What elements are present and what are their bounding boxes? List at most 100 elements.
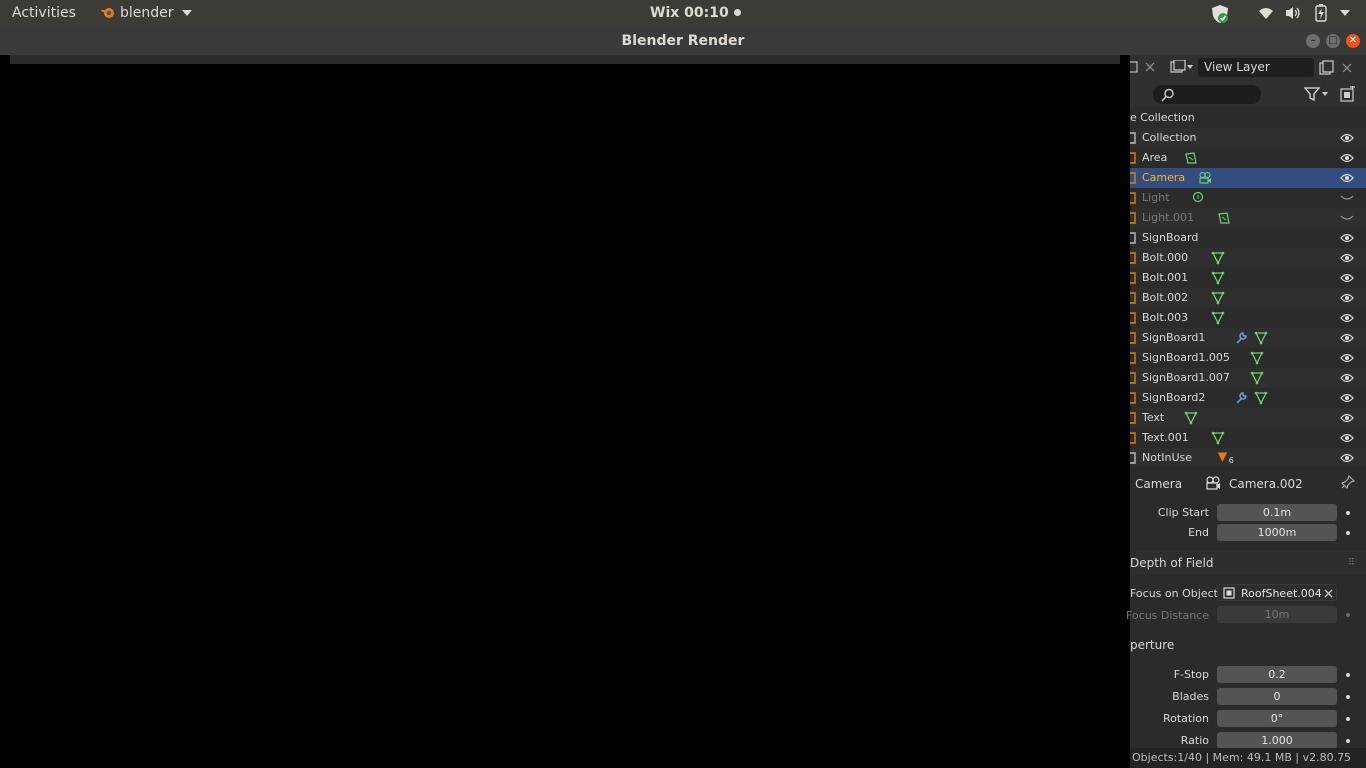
view-layer-field[interactable]: View Layer — [1198, 58, 1314, 77]
maximize-button[interactable]: □ — [1326, 34, 1340, 48]
close-scene-icon[interactable] — [1145, 62, 1155, 72]
expand-arrow-icon[interactable] — [1130, 392, 1136, 404]
scene-collection-row[interactable]: e Collection — [1130, 108, 1366, 128]
animate-clip-end-dot[interactable] — [1346, 531, 1350, 535]
eye-icon[interactable] — [1340, 432, 1354, 444]
eye-icon[interactable] — [1340, 232, 1354, 244]
animate-rotation-dot[interactable] — [1346, 717, 1350, 721]
outliner-row-camera[interactable]: Camera — [1130, 168, 1366, 188]
focus-distance-field[interactable]: 10m — [1217, 606, 1337, 623]
close-button[interactable]: ✕ — [1346, 34, 1360, 48]
outliner-row-signboard2[interactable]: SignBoard2 — [1130, 388, 1366, 408]
light-point-icon[interactable] — [1191, 191, 1205, 205]
eye-icon[interactable] — [1340, 292, 1354, 304]
eye-icon[interactable] — [1340, 152, 1354, 164]
battery-icon[interactable] — [1315, 4, 1327, 22]
remove-view-layer-icon[interactable] — [1342, 63, 1352, 73]
expand-arrow-icon[interactable] — [1130, 232, 1136, 244]
outliner-row-signboard1-007[interactable]: SignBoard1.007 — [1130, 368, 1366, 388]
rotation-field[interactable]: 0° — [1217, 710, 1337, 727]
depth-of-field-section[interactable]: Depth of Field ⠿ — [1130, 551, 1366, 575]
eye-icon[interactable] — [1340, 172, 1354, 184]
eye-icon[interactable] — [1340, 412, 1354, 424]
system-menu-chevron-icon[interactable] — [1340, 10, 1350, 17]
outliner-row-collection[interactable]: Collection — [1130, 128, 1366, 148]
filter-icon[interactable] — [1304, 87, 1330, 101]
animate-fstop-dot[interactable] — [1346, 673, 1350, 677]
expand-arrow-icon[interactable] — [1130, 172, 1136, 184]
drag-handle-icon[interactable]: ⠿ — [1348, 551, 1355, 575]
scene-icon[interactable] — [1130, 60, 1140, 74]
wifi-icon[interactable] — [1258, 6, 1274, 20]
animate-clip-start-dot[interactable] — [1346, 511, 1350, 515]
camera-data-name[interactable]: Camera.002 — [1229, 477, 1303, 491]
clip-start-field[interactable]: 0.1m — [1217, 504, 1337, 521]
expand-arrow-icon[interactable] — [1130, 412, 1136, 424]
eye-icon[interactable] — [1340, 312, 1354, 324]
blades-field[interactable]: 0 — [1217, 688, 1337, 705]
wrench-icon[interactable] — [1234, 331, 1248, 345]
outliner-row-signboard1[interactable]: SignBoard1 — [1130, 328, 1366, 348]
light-area-icon[interactable] — [1217, 211, 1231, 225]
animate-blades-dot[interactable] — [1346, 695, 1350, 699]
expand-arrow-icon[interactable] — [1130, 272, 1136, 284]
clear-focus-object-icon[interactable] — [1324, 589, 1333, 598]
expand-arrow-icon[interactable] — [1130, 332, 1136, 344]
outliner-row-text[interactable]: Text — [1130, 408, 1366, 428]
focus-object-field[interactable]: RoofSheet.004 — [1217, 584, 1337, 601]
outliner-row-bolt-002[interactable]: Bolt.002 — [1130, 288, 1366, 308]
fstop-field[interactable]: 0.2 — [1217, 666, 1337, 683]
expand-arrow-icon[interactable] — [1130, 212, 1136, 224]
outliner-row-light[interactable]: Light — [1130, 188, 1366, 208]
expand-arrow-icon[interactable] — [1130, 132, 1136, 144]
aperture-section[interactable]: perture — [1130, 633, 1366, 657]
mesh-data-icon[interactable] — [1211, 271, 1225, 285]
eye-icon[interactable] — [1340, 252, 1354, 264]
eye-closed-icon[interactable] — [1340, 192, 1354, 204]
outliner-row-signboard1-005[interactable]: SignBoard1.005 — [1130, 348, 1366, 368]
outliner-row-area[interactable]: Area — [1130, 148, 1366, 168]
new-view-layer-icon[interactable] — [1319, 60, 1335, 76]
search-input[interactable] — [1153, 85, 1261, 104]
expand-arrow-icon[interactable] — [1130, 192, 1136, 204]
expand-arrow-icon[interactable] — [1130, 252, 1136, 264]
view-layer-icon[interactable] — [1170, 60, 1194, 74]
mesh-data-icon[interactable] — [1254, 331, 1268, 345]
eye-icon[interactable] — [1340, 332, 1354, 344]
new-collection-icon[interactable] — [1340, 86, 1356, 102]
animate-focus-distance-dot[interactable] — [1346, 613, 1350, 617]
eye-icon[interactable] — [1340, 132, 1354, 144]
pin-icon[interactable] — [1341, 475, 1355, 489]
mesh-data-icon[interactable] — [1211, 311, 1225, 325]
volume-icon[interactable] — [1285, 6, 1301, 20]
minimize-button[interactable]: – — [1306, 34, 1320, 48]
eye-icon[interactable] — [1340, 452, 1354, 464]
outliner-row-signboard[interactable]: SignBoard — [1130, 228, 1366, 248]
outliner-row-text-001[interactable]: Text.001 — [1130, 428, 1366, 448]
outliner-row-bolt-001[interactable]: Bolt.001 — [1130, 268, 1366, 288]
mesh-data-icon[interactable] — [1254, 391, 1268, 405]
clip-end-field[interactable]: 1000m — [1217, 524, 1337, 541]
clock[interactable]: Wix 00:10 — [650, 5, 741, 22]
mesh-data-icon[interactable] — [1211, 431, 1225, 445]
eye-icon[interactable] — [1340, 372, 1354, 384]
activities-button[interactable]: Activities — [12, 5, 76, 22]
expand-arrow-icon[interactable] — [1130, 452, 1136, 464]
outliner-row-bolt-003[interactable]: Bolt.003 — [1130, 308, 1366, 328]
mesh-data-icon[interactable] — [1211, 291, 1225, 305]
outliner-row-notinuse[interactable]: NotInUse 6 — [1130, 448, 1366, 467]
mesh-data-icon[interactable] — [1184, 411, 1198, 425]
animate-ratio-dot[interactable] — [1346, 739, 1350, 743]
expand-arrow-icon[interactable] — [1130, 372, 1136, 384]
expand-arrow-icon[interactable] — [1130, 312, 1136, 324]
eye-icon[interactable] — [1340, 392, 1354, 404]
expand-arrow-icon[interactable] — [1130, 152, 1136, 164]
expand-arrow-icon[interactable] — [1130, 432, 1136, 444]
mesh-data-icon[interactable] — [1250, 371, 1264, 385]
shield-icon[interactable] — [1210, 4, 1230, 24]
outliner-row-bolt-000[interactable]: Bolt.000 — [1130, 248, 1366, 268]
mesh-data-icon[interactable] — [1211, 251, 1225, 265]
eye-icon[interactable] — [1340, 272, 1354, 284]
eye-closed-icon[interactable] — [1340, 212, 1354, 224]
eye-icon[interactable] — [1340, 352, 1354, 364]
